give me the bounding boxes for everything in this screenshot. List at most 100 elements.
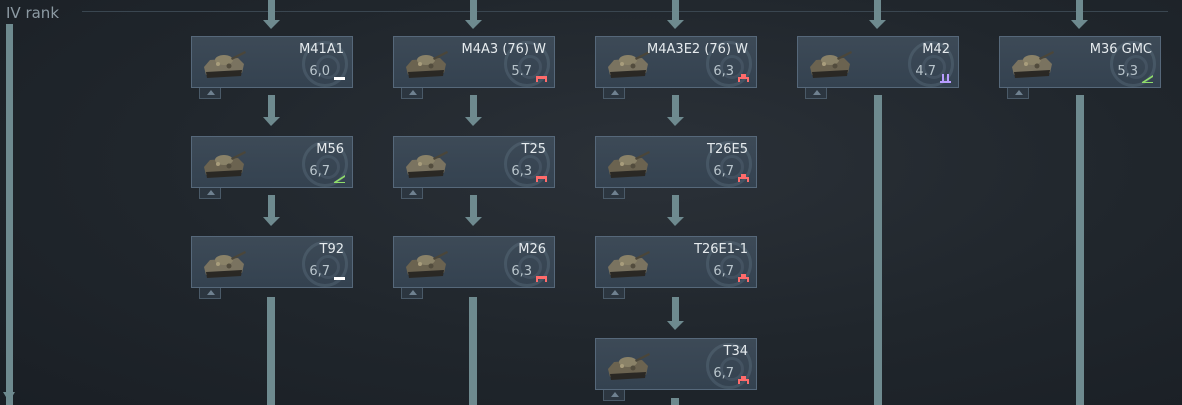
expand-tab[interactable] xyxy=(1007,88,1029,99)
vehicle-name: T92 xyxy=(319,242,344,257)
battle-rating: 6,7 xyxy=(713,264,734,279)
heavy-tank-icon xyxy=(737,168,750,182)
vehicle-card[interactable]: T34 6,7 xyxy=(595,338,757,390)
connector-head xyxy=(263,20,280,29)
vehicle-name: M4A3E2 (76) W xyxy=(647,42,748,57)
connector-head xyxy=(465,20,482,29)
vehicle-name: T26E5 xyxy=(707,142,748,157)
heavy-tank-icon xyxy=(737,268,750,282)
rank-divider xyxy=(82,11,1168,12)
vehicle-card[interactable]: M56 6,7 xyxy=(191,136,353,188)
tank-destroyer-icon xyxy=(1141,68,1154,83)
battle-rating: 6,3 xyxy=(713,64,734,79)
heavy-tank-icon xyxy=(737,68,750,82)
vehicle-card[interactable]: T26E1-1 6,7 xyxy=(595,236,757,288)
medium-tank-icon xyxy=(535,68,548,82)
vehicle-thumbnail xyxy=(400,145,450,181)
light-tank-icon xyxy=(333,268,346,280)
expand-tab[interactable] xyxy=(199,88,221,99)
vehicle-card[interactable]: T92 6,7 xyxy=(191,236,353,288)
connector-stem xyxy=(470,0,477,20)
vehicle-thumbnail xyxy=(400,45,450,81)
connector-stem xyxy=(268,195,275,217)
vehicle-name: M36 GMC xyxy=(1089,42,1152,57)
vehicle-card[interactable]: M42 4.7 xyxy=(797,36,959,88)
vehicle-name: M41A1 xyxy=(299,42,344,57)
vehicle-thumbnail xyxy=(198,45,248,81)
battle-rating: 6,3 xyxy=(511,164,532,179)
battle-rating: 4.7 xyxy=(915,64,936,79)
vehicle-card[interactable]: M4A3E2 (76) W 6,3 xyxy=(595,36,757,88)
battle-rating: 5,3 xyxy=(1117,64,1138,79)
connector-head xyxy=(465,217,482,226)
vehicle-name: T26E1-1 xyxy=(694,242,748,257)
battle-rating: 6,7 xyxy=(309,264,330,279)
expand-tab[interactable] xyxy=(603,390,625,401)
vehicle-thumbnail xyxy=(1006,45,1056,81)
expand-tab[interactable] xyxy=(199,188,221,199)
connector-line xyxy=(469,297,477,405)
vehicle-thumbnail xyxy=(602,245,652,281)
connector-stem xyxy=(874,0,881,20)
expand-tab[interactable] xyxy=(401,188,423,199)
vehicle-name: M56 xyxy=(316,142,344,157)
vehicle-thumbnail xyxy=(602,145,652,181)
battle-rating: 6,0 xyxy=(309,64,330,79)
vehicle-name: M4A3 (76) W xyxy=(461,42,546,57)
vehicle-name: T25 xyxy=(521,142,546,157)
vehicle-card[interactable]: M26 6,3 xyxy=(393,236,555,288)
vehicle-thumbnail xyxy=(198,145,248,181)
expand-tab[interactable] xyxy=(401,88,423,99)
connector-line xyxy=(874,95,882,405)
connector-stem xyxy=(470,95,477,117)
connector-head xyxy=(667,321,684,330)
light-tank-icon xyxy=(333,68,346,80)
medium-tank-icon xyxy=(535,268,548,282)
connector-line xyxy=(1076,95,1084,405)
rank-rail xyxy=(6,24,13,405)
rank-label: IV rank xyxy=(6,4,60,22)
vehicle-thumbnail xyxy=(198,245,248,281)
connector-stem xyxy=(672,297,679,321)
expand-tab[interactable] xyxy=(401,288,423,299)
vehicle-thumbnail xyxy=(804,45,854,81)
connector-head xyxy=(667,217,684,226)
connector-stem xyxy=(672,95,679,117)
connector-line xyxy=(267,297,275,405)
connector-head xyxy=(263,117,280,126)
expand-tab[interactable] xyxy=(603,288,625,299)
vehicle-card[interactable]: M41A1 6,0 xyxy=(191,36,353,88)
battle-rating: 6,7 xyxy=(713,366,734,381)
vehicle-card[interactable]: T25 6,3 xyxy=(393,136,555,188)
battle-rating: 5.7 xyxy=(511,64,532,79)
vehicle-card[interactable]: M36 GMC 5,3 xyxy=(999,36,1161,88)
connector-head xyxy=(263,217,280,226)
connector-stem xyxy=(672,0,679,20)
connector-head xyxy=(667,20,684,29)
connector-stem xyxy=(672,195,679,217)
battle-rating: 6,7 xyxy=(309,164,330,179)
heavy-tank-icon xyxy=(737,370,750,384)
expand-tab[interactable] xyxy=(199,288,221,299)
vehicle-name: M42 xyxy=(922,42,950,57)
expand-tab[interactable] xyxy=(603,88,625,99)
vehicle-card[interactable]: M4A3 (76) W 5.7 xyxy=(393,36,555,88)
connector-stem xyxy=(268,0,275,20)
connector-head xyxy=(1071,20,1088,29)
vehicle-thumbnail xyxy=(602,45,652,81)
vehicle-thumbnail xyxy=(400,245,450,281)
connector-stem xyxy=(268,95,275,117)
battle-rating: 6,7 xyxy=(713,164,734,179)
medium-tank-icon xyxy=(535,168,548,182)
spaa-icon xyxy=(939,68,952,83)
vehicle-thumbnail xyxy=(602,347,652,383)
vehicle-card[interactable]: T26E5 6,7 xyxy=(595,136,757,188)
connector-head xyxy=(667,117,684,126)
battle-rating: 6,3 xyxy=(511,264,532,279)
connector-stem xyxy=(1076,0,1083,20)
connector-line xyxy=(671,398,679,405)
vehicle-name: M26 xyxy=(518,242,546,257)
expand-tab[interactable] xyxy=(603,188,625,199)
expand-tab[interactable] xyxy=(805,88,827,99)
rank-rail-arrow xyxy=(3,392,15,402)
